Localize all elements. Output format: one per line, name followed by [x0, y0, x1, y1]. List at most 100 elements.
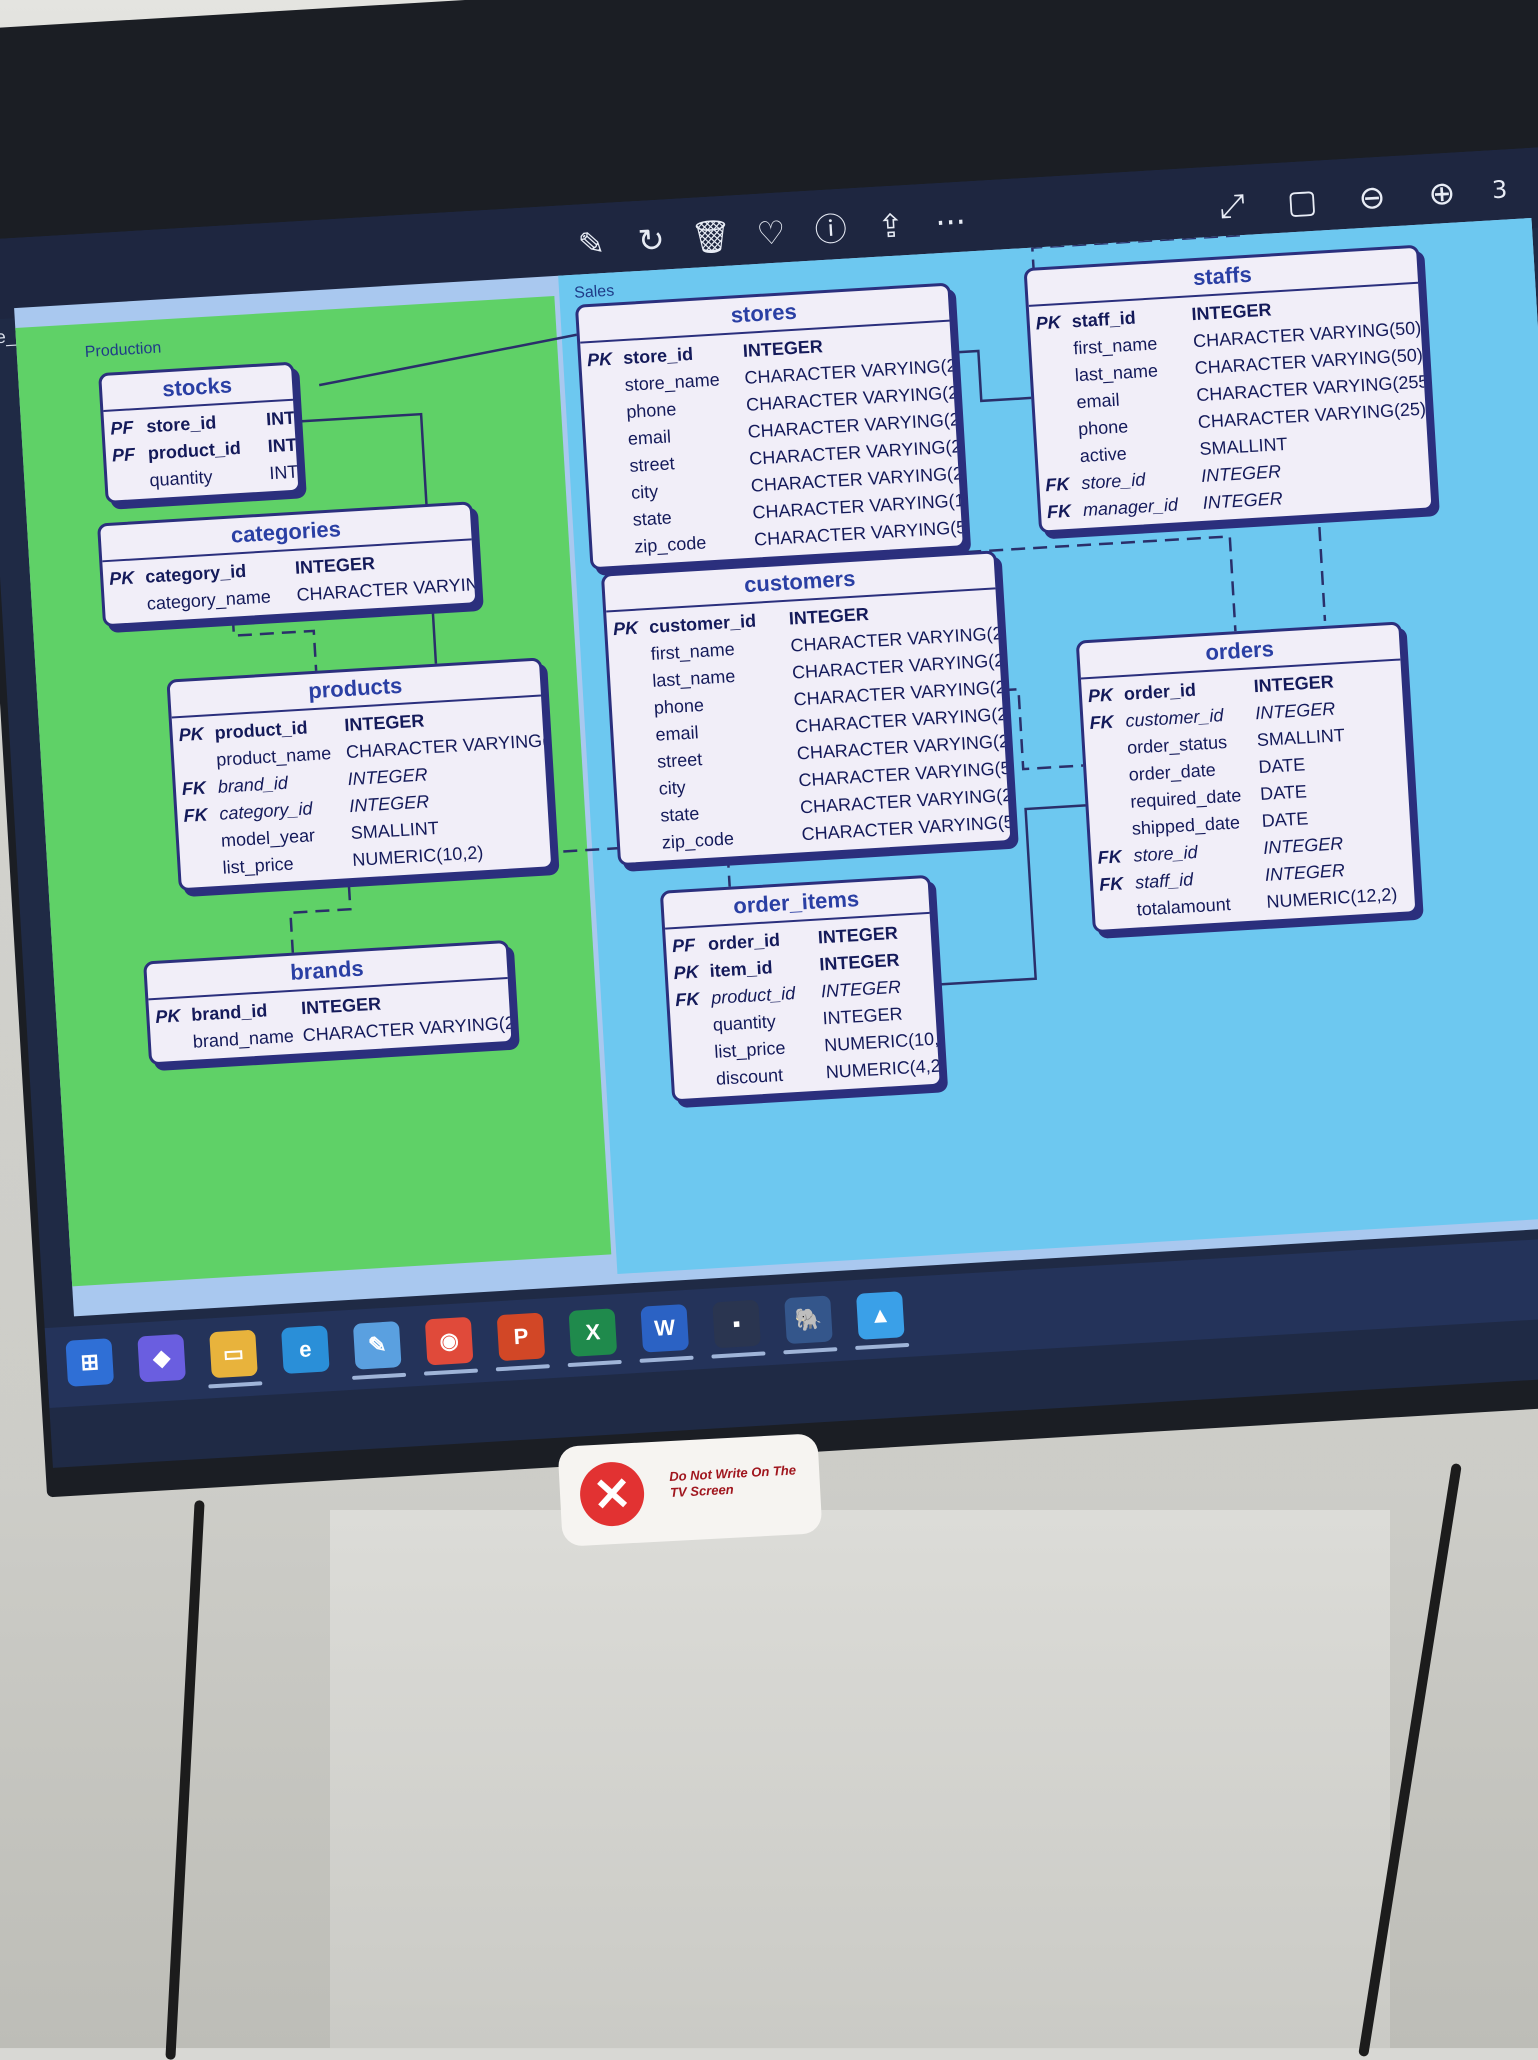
- attribute-key: PK: [1087, 684, 1114, 707]
- attribute-key: [614, 641, 652, 670]
- start-icon[interactable]: ⊞: [65, 1338, 115, 1387]
- entity-attributes: PK customer_id INTEGER first_name CHARACTER …: [606, 589, 1014, 863]
- attribute-type: DATE: [1261, 808, 1309, 831]
- attribute-key: PK: [1035, 312, 1062, 334]
- terminal-icon[interactable]: ▪: [712, 1299, 761, 1349]
- excel-icon[interactable]: X: [568, 1308, 618, 1357]
- attribute-key: PK: [108, 567, 135, 589]
- entity-orders[interactable]: orders PK order_id INTEGER FK customer_id INT…: [1075, 621, 1419, 934]
- attribute-key: [1100, 897, 1138, 926]
- entity-order-items[interactable]: order_items PF order_id INTEGER PK item_id IN…: [659, 874, 943, 1103]
- attribute-key: [619, 722, 657, 751]
- attribute-key: PK: [586, 348, 613, 371]
- rel-stocks-stores: [318, 333, 577, 387]
- notepad-icon[interactable]: ✎: [352, 1321, 402, 1370]
- active-app-indicator: [567, 1359, 622, 1368]
- file-explorer-icon[interactable]: ▭: [209, 1329, 258, 1379]
- attribute-key: [110, 591, 148, 620]
- attribute-key: [180, 747, 218, 776]
- attribute-type: INTEGER: [265, 404, 302, 430]
- attribute-key: [617, 695, 655, 724]
- attribute-type: DATE: [1259, 781, 1308, 805]
- entity-brands[interactable]: brands PK brand_id INTEGER brand_name CHARAC…: [143, 939, 515, 1066]
- info-icon[interactable]: ⓘ: [808, 206, 855, 253]
- attribute-key: PF: [111, 444, 136, 466]
- attribute-key: [1090, 735, 1128, 764]
- attribute-key: [186, 855, 224, 884]
- attribute-key: PF: [671, 934, 696, 957]
- attribute-key: FK: [181, 777, 207, 799]
- attribute-key: [1094, 789, 1132, 818]
- attribute-key: PK: [178, 723, 205, 746]
- attribute-name: quantity: [148, 466, 214, 491]
- attribute-key: FK: [1089, 711, 1115, 734]
- attribute-key: [591, 426, 629, 455]
- attribute-key: [184, 828, 222, 857]
- zoom-in-icon[interactable]: ⊕: [1419, 170, 1466, 217]
- chrome-icon[interactable]: ◉: [424, 1316, 474, 1366]
- attribute-key: [1092, 762, 1130, 791]
- attribute-key: FK: [1044, 473, 1070, 496]
- attribute-key: [625, 830, 663, 859]
- attribute-key: [1038, 362, 1076, 391]
- entity-products[interactable]: products PK product_id INTEGER product_name…: [166, 657, 555, 892]
- attribute-key: PK: [612, 617, 639, 640]
- pgadmin-icon[interactable]: 🐘: [784, 1295, 833, 1345]
- attribute-key: PK: [154, 1005, 181, 1027]
- attribute-name: brand_name: [192, 1025, 295, 1052]
- attribute-key: [1040, 389, 1078, 418]
- edit-icon[interactable]: ✎: [568, 220, 615, 267]
- attribute-key: [590, 399, 628, 428]
- attribute-name: zip_code: [633, 532, 707, 557]
- attribute-key: FK: [182, 804, 209, 826]
- attribute-key: PF: [109, 417, 134, 439]
- active-app-indicator: [495, 1364, 550, 1372]
- attribute-key: [593, 453, 631, 482]
- attribute-key: [1037, 335, 1075, 364]
- entity-attributes: PF store_id INTEGER PF product_id INTEGER quan…: [103, 401, 302, 501]
- active-app-indicator: [352, 1372, 407, 1380]
- attribute-key: [1043, 443, 1081, 472]
- entity-stores[interactable]: stores PK store_id INTEGER store_name CHARAC…: [574, 282, 967, 571]
- er-diagram-canvas: Production Sales stocks PF store_id INTE…: [14, 217, 1538, 1317]
- photos-icon[interactable]: ▲: [856, 1291, 905, 1340]
- attribute-name: discount: [715, 1064, 784, 1089]
- attribute-key: FK: [1098, 873, 1124, 895]
- delete-icon[interactable]: 🗑: [688, 213, 735, 260]
- favorite-icon[interactable]: ♡: [748, 210, 795, 257]
- attribute-key: [1095, 816, 1133, 845]
- attribute-key: [624, 803, 662, 832]
- expand-icon[interactable]: ⤢: [1209, 182, 1256, 229]
- entity-staffs[interactable]: staffs PK staff_id INTEGER first_name CHARAC…: [1023, 244, 1435, 534]
- attribute-key: [616, 668, 654, 697]
- entity-attributes: PK store_id INTEGER store_name CHARACTER VAR…: [580, 322, 966, 568]
- active-app-indicator: [423, 1368, 479, 1376]
- attribute-name: manager_id: [1082, 494, 1179, 521]
- active-app-indicator: [855, 1342, 910, 1351]
- fit-icon[interactable]: ▢: [1279, 178, 1326, 225]
- more-icon[interactable]: ···: [927, 199, 974, 246]
- copilot-icon[interactable]: ◆: [137, 1333, 186, 1383]
- sticker-text: Do Not Write On The TV Screen: [668, 1462, 797, 1501]
- attribute-key: [596, 507, 634, 536]
- attribute-type: INTEGER: [1202, 488, 1284, 513]
- attribute-key: PK: [673, 961, 700, 984]
- no-write-icon: ✕: [578, 1460, 646, 1528]
- attribute-type: INTEGER: [268, 458, 302, 484]
- word-icon[interactable]: W: [640, 1303, 690, 1353]
- powerpoint-icon[interactable]: P: [496, 1312, 546, 1362]
- zoom-out-icon[interactable]: ⊖: [1349, 174, 1396, 221]
- active-app-indicator: [783, 1347, 838, 1355]
- rotate-icon[interactable]: ↻: [628, 217, 675, 264]
- share-icon[interactable]: ⇪: [868, 203, 915, 250]
- entity-categories[interactable]: categories PK category_id INTEGER category_…: [97, 501, 479, 628]
- attribute-key: [598, 534, 636, 563]
- active-app-indicator: [208, 1381, 263, 1389]
- entity-customers[interactable]: customers PK customer_id INTEGER first_name…: [600, 550, 1014, 867]
- edge-icon[interactable]: e: [281, 1325, 330, 1374]
- entity-attributes: PF order_id INTEGER PK item_id INTEGER FK produ…: [665, 914, 943, 1099]
- attribute-key: [1041, 416, 1079, 445]
- attribute-key: [156, 1029, 194, 1058]
- entity-stocks[interactable]: stocks PF store_id INTEGER PF product_id INTE…: [98, 361, 302, 504]
- entity-attributes: PK order_id INTEGER FK customer_id INTEGER ord…: [1081, 660, 1415, 930]
